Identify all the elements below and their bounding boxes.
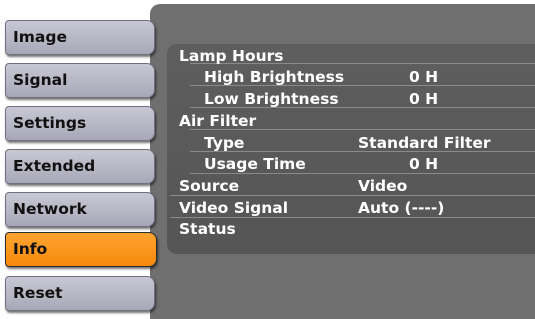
tab-info[interactable]: Info [5, 232, 157, 267]
usage-time-label: Usage Time [204, 155, 306, 173]
status-label[interactable]: Status [179, 219, 236, 239]
air-filter-label: Air Filter [179, 112, 257, 130]
usage-time-value: 0 H [409, 155, 439, 173]
tab-settings[interactable]: Settings [5, 106, 155, 141]
filter-type-value: Standard Filter [358, 134, 491, 152]
tab-image[interactable]: Image [5, 20, 155, 55]
low-brightness-value: 0 H [409, 90, 439, 108]
tab-reset[interactable]: Reset [5, 276, 155, 311]
info-content-area: Lamp Hours High Brightness 0 H Low Brigh… [150, 4, 535, 319]
video-signal-label: Video Signal [179, 199, 289, 217]
tab-signal[interactable]: Signal [5, 63, 155, 98]
tab-extended[interactable]: Extended [5, 149, 155, 184]
filter-type-label: Type [204, 134, 245, 152]
high-brightness-label: High Brightness [204, 68, 345, 86]
source-value: Video [358, 177, 408, 195]
menu-sidebar: Image Signal Settings Extended Network I… [5, 13, 157, 319]
tab-network[interactable]: Network [5, 192, 155, 227]
source-label: Source [179, 177, 240, 195]
lamp-hours-label: Lamp Hours [179, 47, 284, 65]
video-signal-value: Auto (----) [358, 199, 445, 217]
low-brightness-label: Low Brightness [204, 90, 339, 108]
high-brightness-value: 0 H [409, 68, 439, 86]
projector-configuration-menu: Lamp Hours High Brightness 0 H Low Brigh… [0, 0, 535, 319]
